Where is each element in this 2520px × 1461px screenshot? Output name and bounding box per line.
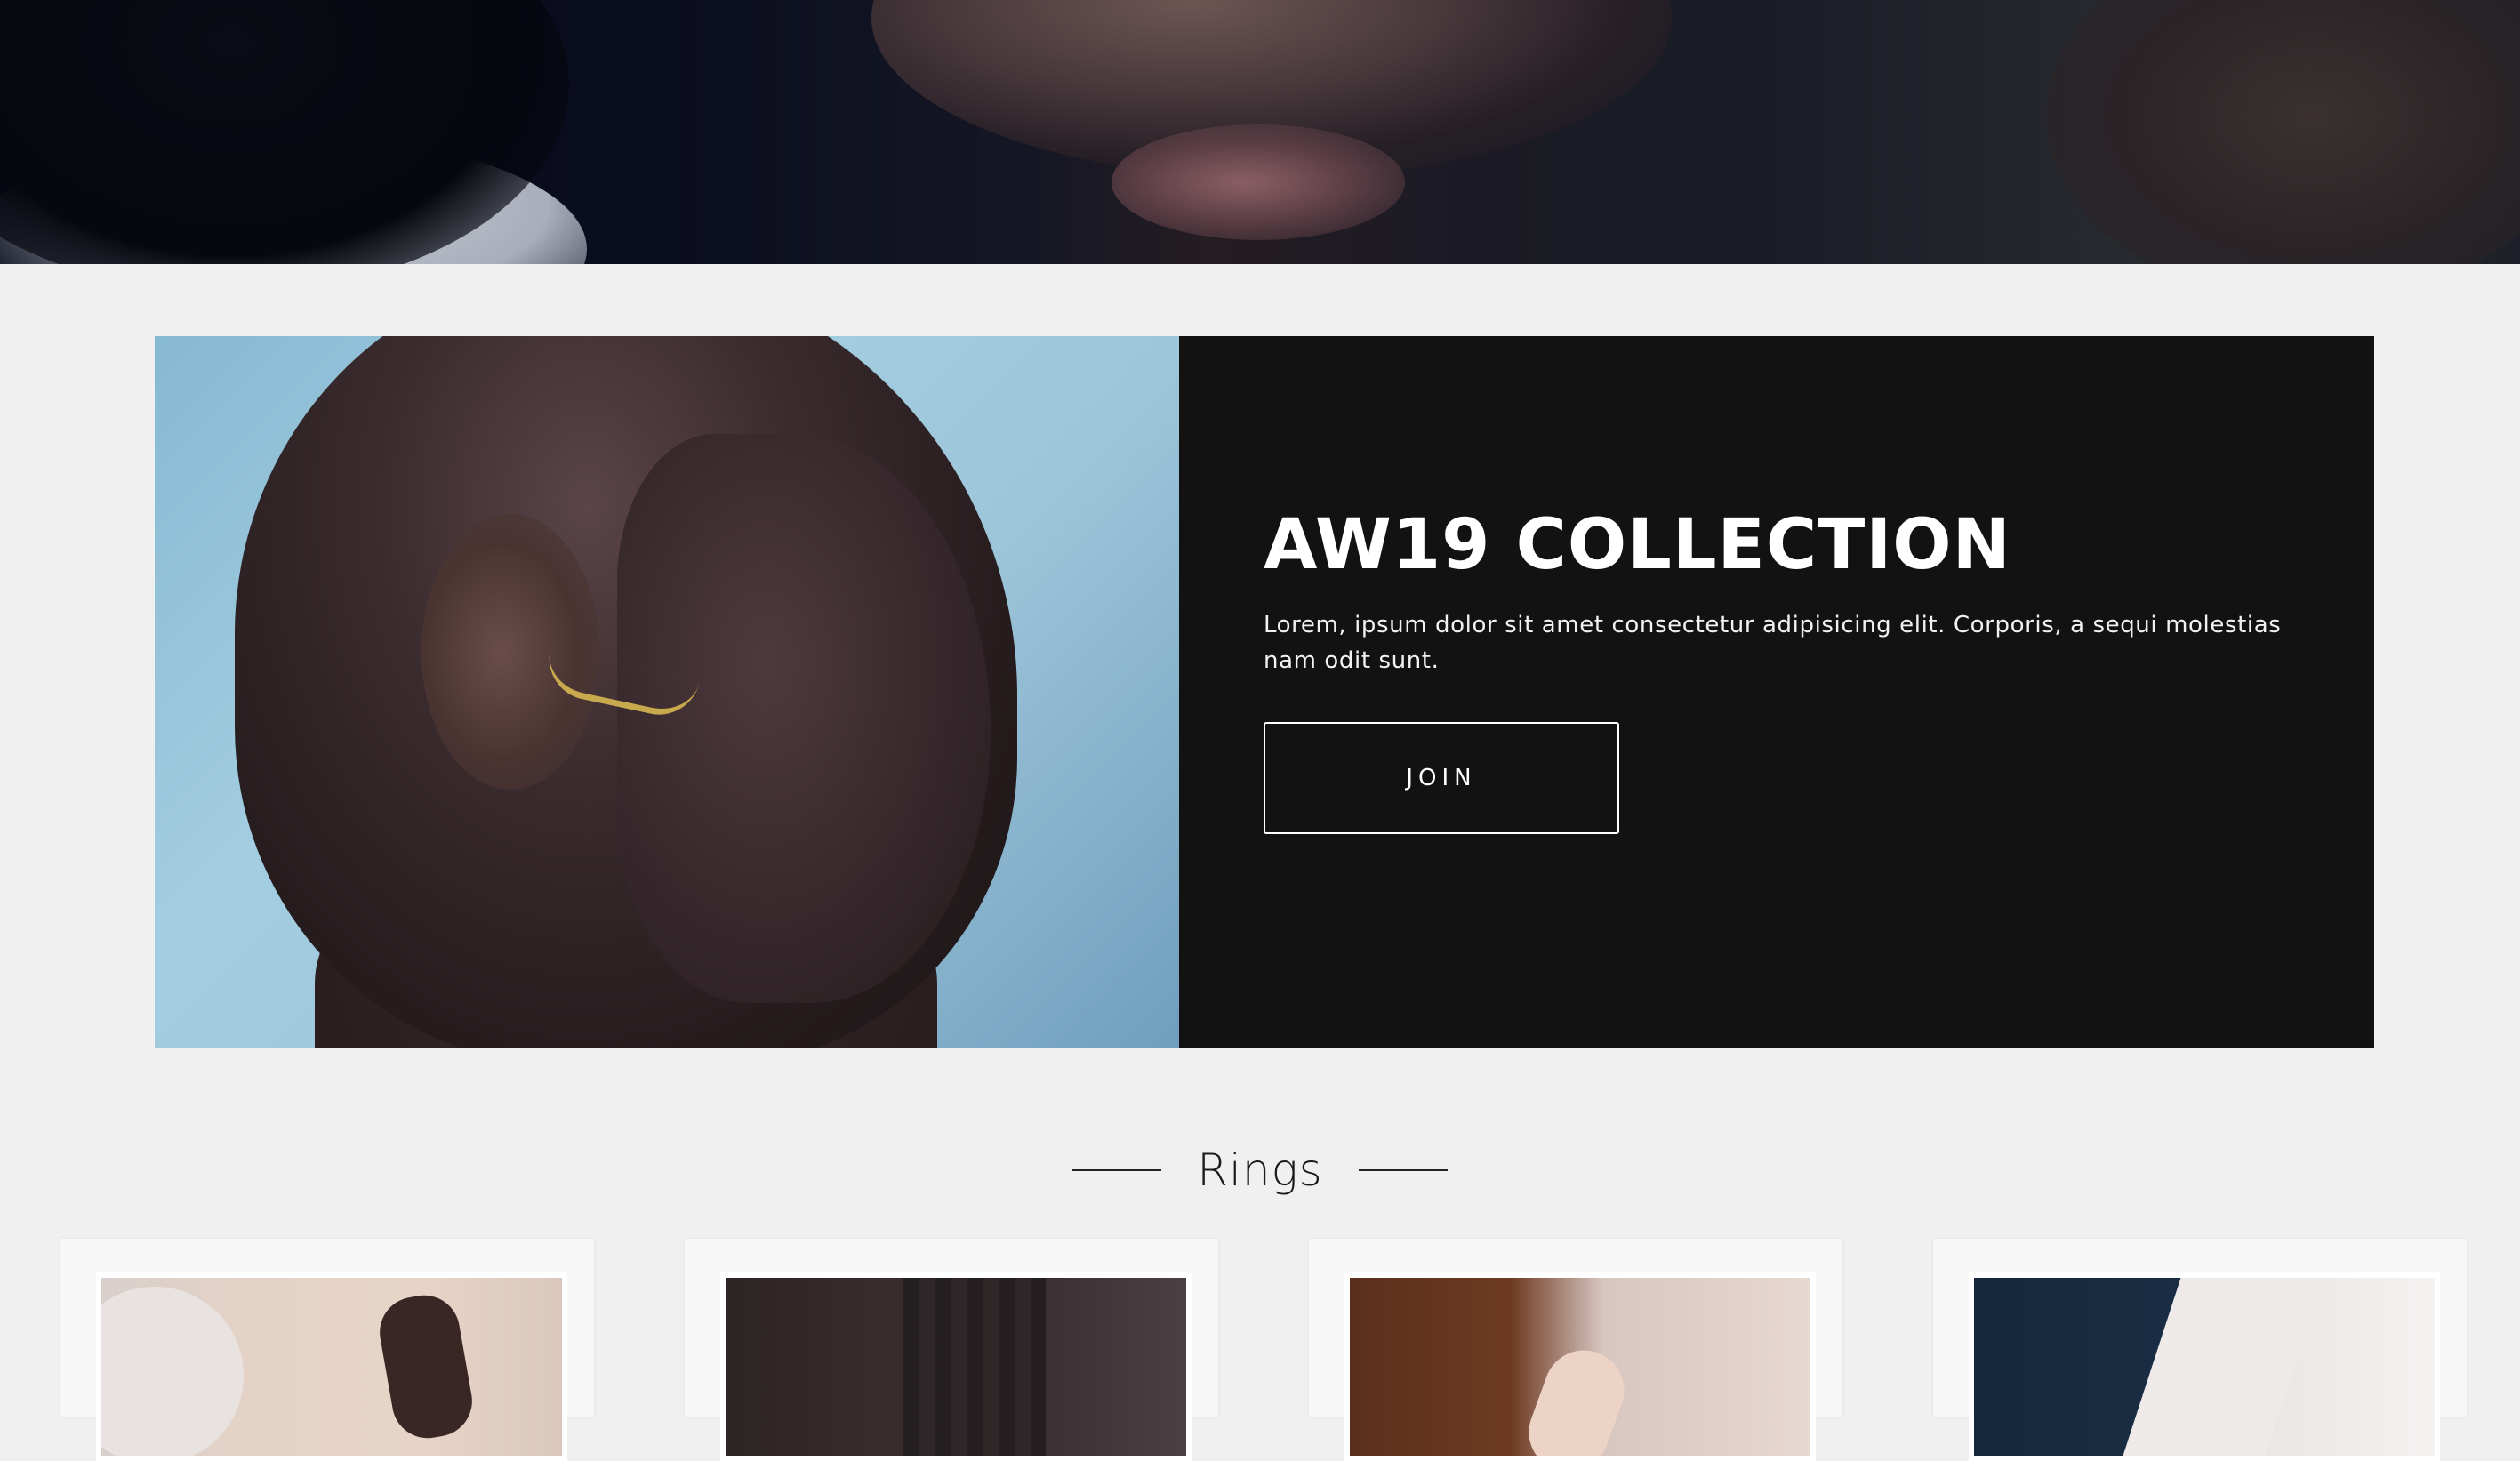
product-card[interactable]	[60, 1239, 594, 1461]
join-button[interactable]: JOIN	[1264, 722, 1619, 834]
product-photo-pattern	[903, 1278, 1046, 1456]
product-photo-hand	[1517, 1338, 1636, 1456]
hero-lips	[1112, 124, 1405, 240]
heading-rule-left	[1072, 1169, 1162, 1171]
product-card[interactable]	[685, 1239, 1218, 1461]
collection-description: Lorem, ipsum dolor sit amet consectetur …	[1264, 612, 2282, 674]
product-card[interactable]	[1933, 1239, 2467, 1461]
product-image[interactable]	[720, 1272, 1192, 1461]
product-card[interactable]	[1309, 1239, 1842, 1461]
collection-title: AW19 COLLECTION	[1264, 505, 2011, 585]
product-image[interactable]	[96, 1272, 567, 1461]
portrait-ear	[421, 514, 599, 790]
collection-feature-image	[155, 336, 1179, 1048]
product-image[interactable]	[1344, 1272, 1816, 1461]
product-image[interactable]	[1969, 1272, 2440, 1461]
product-photo-sleeve	[101, 1287, 244, 1456]
rings-section-heading: Rings	[0, 1135, 2520, 1206]
hero-banner-image	[0, 0, 2520, 264]
collection-feature-panel: AW19 COLLECTION Lorem, ipsum dolor sit a…	[1179, 336, 2374, 1048]
heading-rule-right	[1358, 1169, 1448, 1171]
product-photo-hand	[373, 1289, 478, 1444]
product-photo-collar	[2123, 1278, 2323, 1456]
collection-feature: AW19 COLLECTION Lorem, ipsum dolor sit a…	[155, 336, 2374, 1048]
section-title: Rings	[1197, 1144, 1323, 1196]
hero-hair	[2045, 0, 2520, 264]
